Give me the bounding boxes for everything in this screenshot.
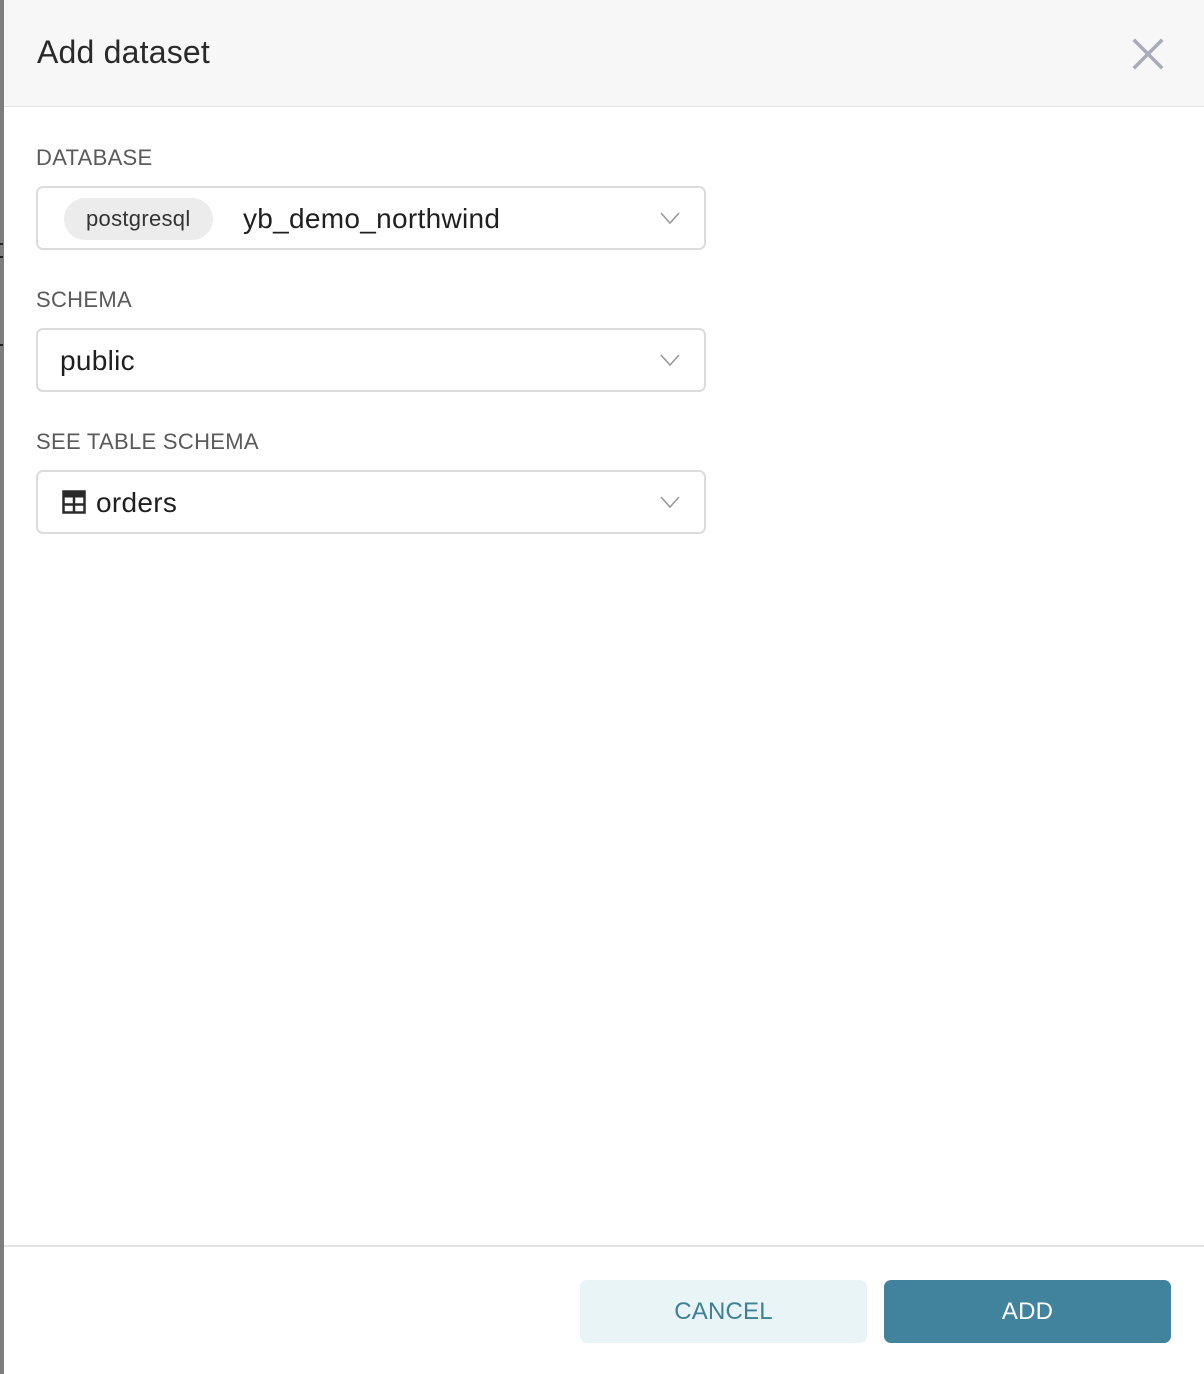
database-label: DATABASE — [36, 145, 153, 170]
backdrop-artifact — [0, 344, 3, 346]
backdrop-artifact — [0, 243, 3, 245]
backdrop-artifact — [0, 256, 3, 258]
modal-title: Add dataset — [37, 34, 210, 70]
table-select-value: orders — [96, 487, 178, 518]
schema-select[interactable]: public — [36, 328, 706, 392]
database-select[interactable]: postgresql yb_demo_northwind — [36, 186, 706, 250]
modal-header: Add dataset — [4, 0, 1204, 107]
table-select[interactable]: orders — [36, 470, 706, 534]
database-backend-chip: postgresql — [64, 198, 213, 240]
add-dataset-modal: Add dataset DATABASE postgresql yb_demo_… — [4, 0, 1204, 1374]
schema-select-value: public — [60, 345, 135, 376]
chevron-down-icon — [660, 212, 680, 225]
add-button[interactable]: ADD — [884, 1280, 1171, 1343]
table-icon — [62, 490, 86, 514]
footer-divider — [4, 1245, 1204, 1247]
close-icon — [1132, 38, 1164, 70]
table-schema-label: SEE TABLE SCHEMA — [36, 429, 259, 454]
database-select-value: yb_demo_northwind — [243, 203, 501, 234]
chevron-down-icon — [660, 496, 680, 509]
schema-label: SCHEMA — [36, 287, 132, 312]
chevron-down-icon — [660, 354, 680, 367]
close-button[interactable] — [1128, 34, 1168, 74]
cancel-button[interactable]: CANCEL — [580, 1280, 867, 1343]
